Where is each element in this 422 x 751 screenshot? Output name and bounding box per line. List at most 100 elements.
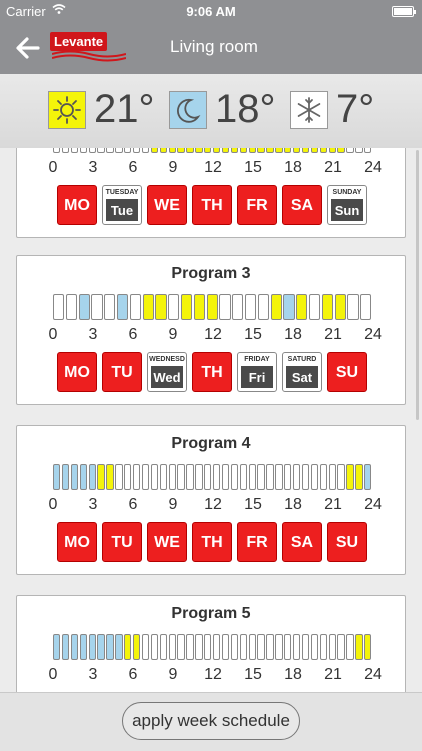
weekday-button[interactable]: WE [147, 522, 187, 562]
night-temperature[interactable]: 18° [169, 87, 289, 133]
weekday-button[interactable]: WE [147, 185, 187, 225]
hour-slot[interactable] [106, 148, 114, 153]
weekday-button[interactable]: WEDNESD Wed [147, 352, 187, 392]
hour-slot[interactable] [195, 634, 203, 660]
hour-slot[interactable] [319, 464, 328, 490]
hour-slot[interactable] [70, 148, 79, 153]
hour-slot[interactable] [204, 464, 212, 490]
hour-slot[interactable] [141, 148, 150, 153]
hour-slot[interactable] [150, 148, 159, 153]
hour-slot[interactable] [219, 294, 231, 320]
hour-slot[interactable] [186, 148, 194, 153]
hour-slot[interactable] [328, 634, 336, 660]
weekday-button[interactable]: FR [237, 185, 277, 225]
hour-slot[interactable] [230, 634, 239, 660]
hour-slot[interactable] [181, 294, 193, 320]
hour-slot[interactable] [230, 464, 239, 490]
scrollbar[interactable] [416, 150, 419, 420]
hour-slot[interactable] [248, 464, 256, 490]
weekday-button[interactable]: TU [102, 522, 142, 562]
hour-slot[interactable] [115, 148, 123, 153]
hour-slot[interactable] [266, 634, 274, 660]
hour-slot[interactable] [106, 464, 114, 490]
hour-slot[interactable] [346, 464, 354, 490]
hour-slot[interactable] [257, 634, 265, 660]
hour-slot[interactable] [319, 634, 328, 660]
hour-slot[interactable] [328, 464, 336, 490]
hour-slot[interactable] [364, 148, 372, 153]
hour-slot[interactable] [364, 634, 372, 660]
hour-slot[interactable] [337, 148, 345, 153]
hour-slot[interactable] [129, 294, 142, 320]
weekday-button[interactable]: SU [327, 522, 367, 562]
hour-slot[interactable] [245, 294, 257, 320]
hour-slot[interactable] [79, 634, 88, 660]
hour-slot[interactable] [117, 294, 129, 320]
hour-slot[interactable] [360, 294, 372, 320]
hour-slot[interactable] [97, 464, 105, 490]
hour-slot[interactable] [355, 148, 363, 153]
hour-slot[interactable] [150, 634, 159, 660]
hour-slot[interactable] [53, 148, 61, 153]
weekday-button[interactable]: SATURD Sat [282, 352, 322, 392]
hour-slot[interactable] [61, 464, 70, 490]
hour-slot[interactable] [275, 148, 283, 153]
weekday-button[interactable]: MO [57, 522, 97, 562]
hour-slot[interactable] [79, 148, 88, 153]
hour-slot[interactable] [334, 294, 346, 320]
weekday-button[interactable]: SUNDAY Sun [327, 185, 367, 225]
hour-slot[interactable] [150, 464, 159, 490]
hour-slot[interactable] [70, 634, 79, 660]
hour-slot[interactable] [177, 634, 185, 660]
hour-slot[interactable] [248, 148, 256, 153]
hour-slot[interactable] [328, 148, 336, 153]
hour-slot[interactable] [310, 148, 319, 153]
hour-slot[interactable] [275, 634, 283, 660]
hour-slot[interactable] [168, 634, 176, 660]
weekday-button[interactable]: TUESDAY Tue [102, 185, 142, 225]
program-list[interactable]: 0 3 6 9 12 15 18 21 24 MO TUESDAY Tue WE TH FR SA SUNDA… [0, 148, 422, 692]
hour-slot[interactable] [364, 464, 372, 490]
hour-slot[interactable] [266, 464, 274, 490]
hour-slot[interactable] [293, 148, 301, 153]
hour-slot[interactable] [124, 634, 132, 660]
hour-slot[interactable] [106, 634, 114, 660]
hour-slot[interactable] [310, 634, 319, 660]
hour-slot[interactable] [97, 634, 105, 660]
hour-slot[interactable] [293, 634, 301, 660]
hour-slot[interactable] [248, 634, 256, 660]
hour-slot[interactable] [141, 464, 150, 490]
hour-slot[interactable] [141, 634, 150, 660]
apply-week-schedule-button[interactable]: apply week schedule [122, 702, 300, 740]
hour-slot[interactable] [346, 634, 354, 660]
hour-slot[interactable] [266, 148, 274, 153]
hour-slot[interactable] [337, 464, 345, 490]
hour-slot[interactable] [97, 148, 105, 153]
hour-slot[interactable] [221, 148, 230, 153]
hour-slot[interactable] [133, 634, 141, 660]
hour-slot[interactable] [155, 294, 167, 320]
hour-slot[interactable] [283, 294, 295, 320]
hour-slot[interactable] [88, 148, 96, 153]
hour-slot[interactable] [78, 294, 90, 320]
hour-slot[interactable] [296, 294, 308, 320]
weekday-button[interactable]: SA [282, 522, 322, 562]
hour-slot[interactable] [61, 148, 70, 153]
hour-slot[interactable] [355, 464, 363, 490]
hour-slot[interactable] [124, 148, 132, 153]
hour-slot[interactable] [65, 294, 78, 320]
hour-slot[interactable] [221, 634, 230, 660]
weekday-button[interactable]: SU [327, 352, 367, 392]
hour-slot[interactable] [177, 148, 185, 153]
hour-slot[interactable] [168, 148, 176, 153]
weekday-button[interactable]: FR [237, 522, 277, 562]
hour-slot[interactable] [337, 634, 345, 660]
weekday-button[interactable]: TH [192, 352, 232, 392]
hour-slot[interactable] [213, 148, 221, 153]
hour-slot[interactable] [213, 464, 221, 490]
frost-temperature[interactable]: 7° [290, 87, 400, 133]
hour-slot[interactable] [284, 634, 292, 660]
hour-slot[interactable] [133, 148, 141, 153]
hour-slot[interactable] [186, 464, 194, 490]
hour-slot[interactable] [88, 634, 96, 660]
